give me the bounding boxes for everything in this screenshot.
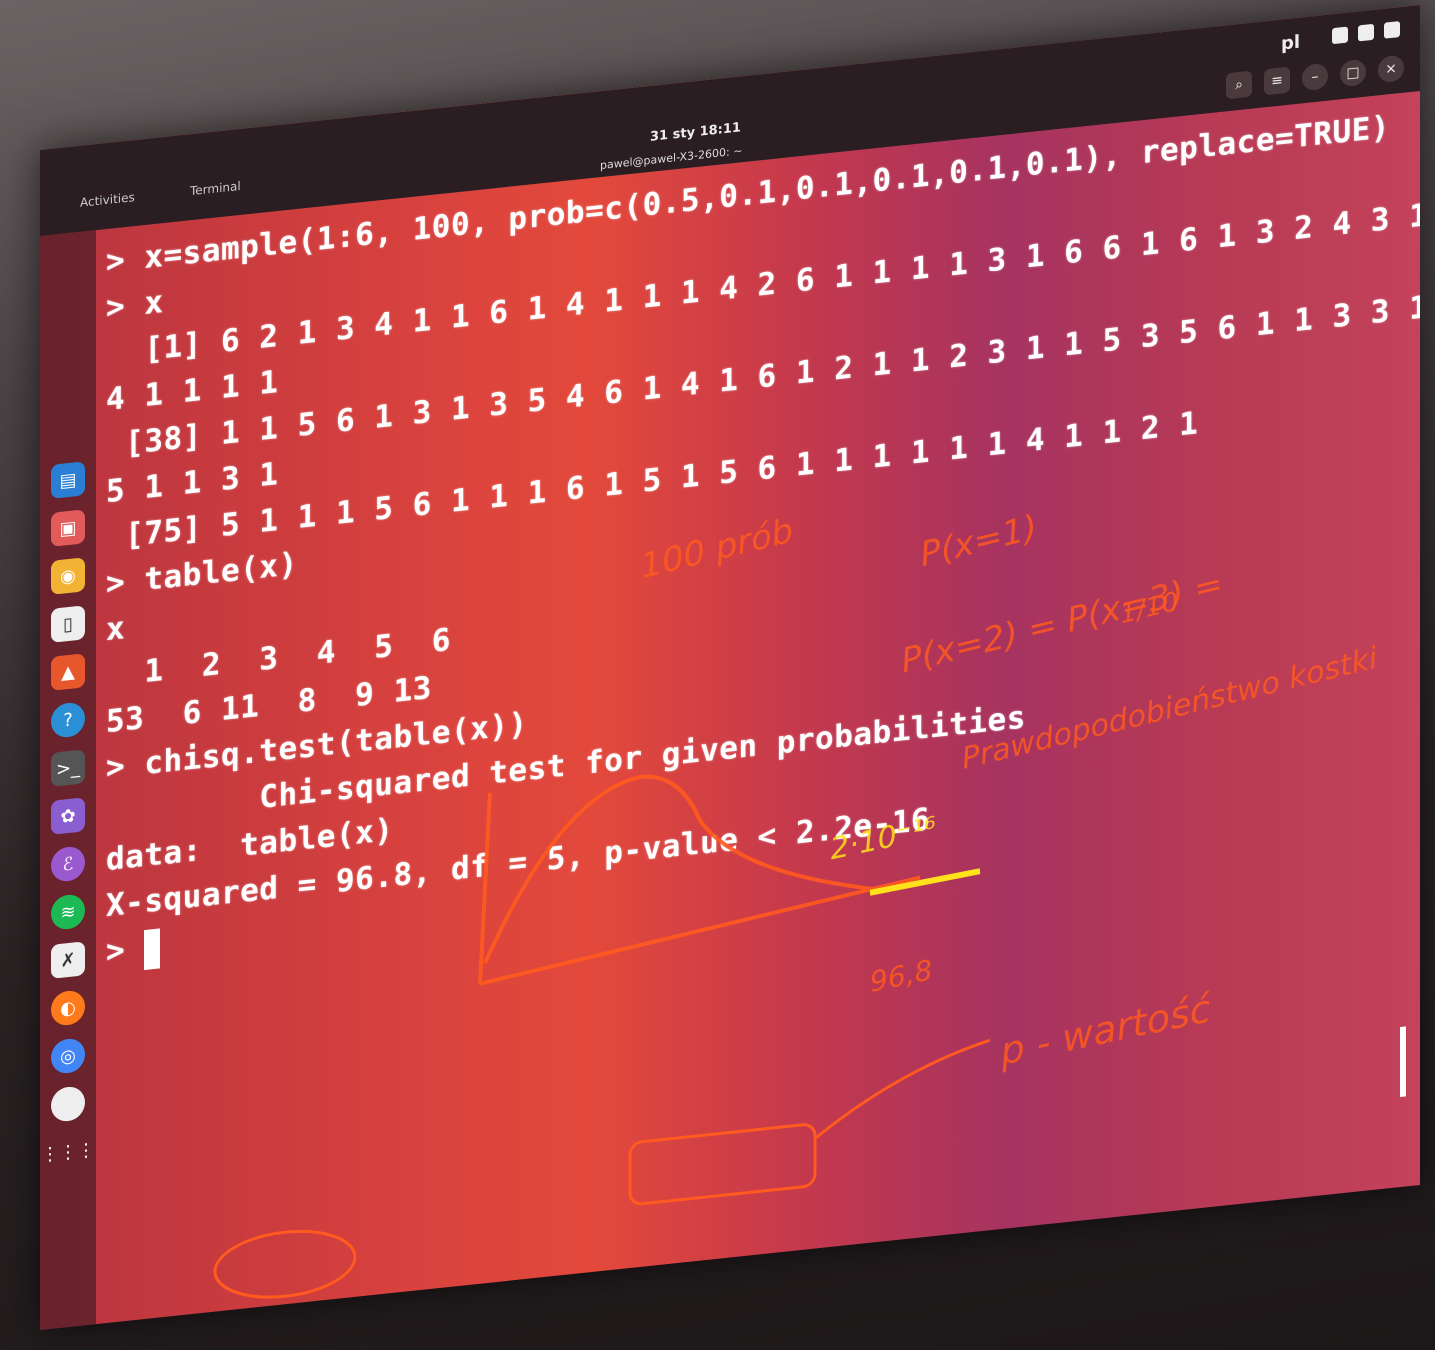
document-icon[interactable]: ▯ — [51, 605, 85, 643]
close-button[interactable]: × — [1378, 54, 1404, 84]
spotify-icon[interactable]: ≋ — [51, 893, 85, 931]
minimize-button[interactable]: – — [1302, 62, 1328, 92]
apps-grid-icon[interactable]: ⋮⋮⋮ — [41, 1133, 95, 1171]
dock: ▤ ▣ ◉ ▯ ▲ ? >_ ✿ ℰ ≋ ✗ ◐ ◎ ⋮⋮⋮ — [40, 230, 96, 1330]
help-icon[interactable]: ? — [51, 701, 85, 739]
terminal-app-menu[interactable]: Terminal — [190, 179, 241, 198]
clock[interactable]: 31 sty 18:11 — [650, 120, 741, 145]
volume-icon[interactable] — [1358, 23, 1374, 42]
terminal-scrollbar[interactable] — [1400, 1026, 1406, 1098]
software-icon[interactable]: ▣ — [51, 509, 85, 547]
terminal-icon[interactable]: >_ — [51, 749, 85, 787]
pidgin-icon[interactable]: ✿ — [51, 797, 85, 835]
maximize-button[interactable]: □ — [1340, 58, 1366, 88]
files-icon[interactable]: ▤ — [51, 461, 85, 499]
window-title: pawel@pawel-X3-2600: ~ — [600, 144, 743, 173]
disk-icon[interactable] — [51, 1085, 85, 1123]
window-controls: ⌕ ≡ – □ × — [1226, 54, 1404, 100]
firefox-icon[interactable]: ◐ — [51, 989, 85, 1027]
app-store-icon[interactable]: ▲ — [51, 653, 85, 691]
terminal-cursor — [144, 927, 161, 970]
system-tray[interactable] — [1332, 21, 1400, 45]
chrome-icon[interactable]: ◎ — [51, 1037, 85, 1075]
wifi-icon[interactable] — [1332, 26, 1348, 45]
keyboard-layout-indicator[interactable]: pl — [1281, 32, 1300, 55]
battery-icon[interactable] — [1384, 21, 1400, 39]
search-icon[interactable]: ⌕ — [1226, 70, 1252, 100]
emacs-icon[interactable]: ℰ — [51, 845, 85, 883]
xournal-icon[interactable]: ✗ — [51, 941, 85, 979]
menu-icon[interactable]: ≡ — [1264, 66, 1290, 96]
activities-button[interactable]: Activities — [80, 190, 135, 210]
rhythmbox-icon[interactable]: ◉ — [51, 557, 85, 595]
projected-screen: Activities Terminal 31 sty 18:11 pawel@p… — [40, 4, 1420, 1330]
